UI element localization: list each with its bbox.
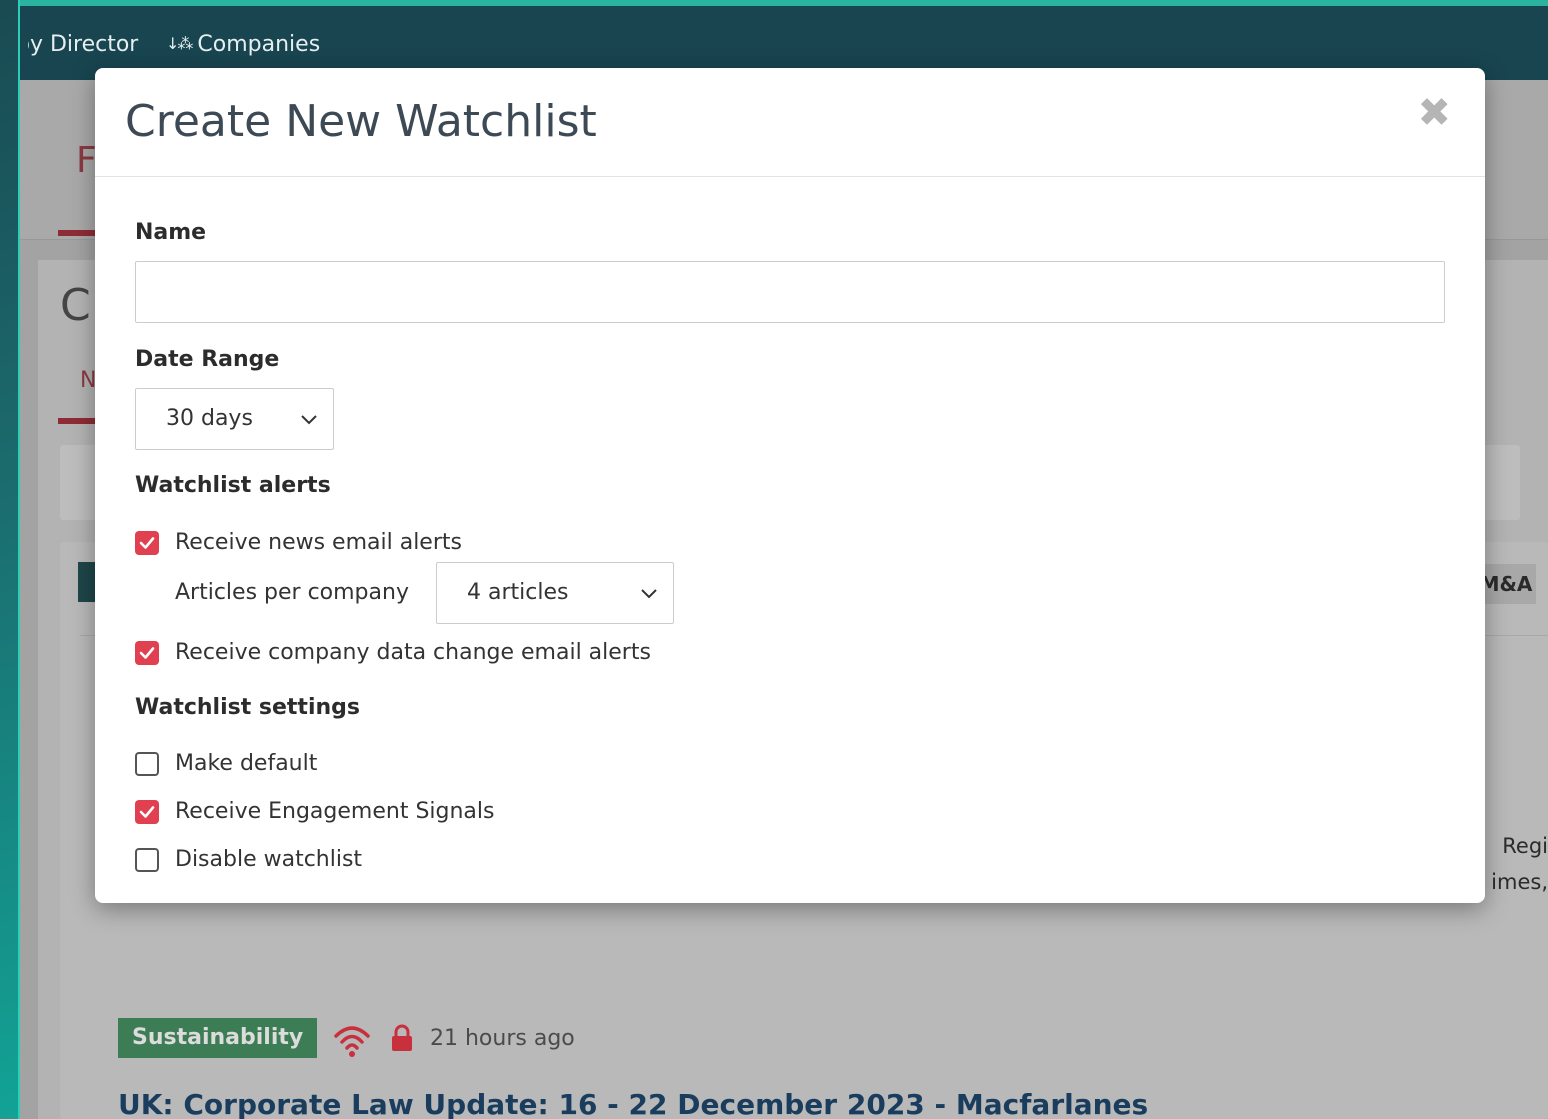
date-range-label: Date Range	[135, 347, 280, 372]
data-change-alerts-row: Receive company data change email alerts	[135, 640, 651, 665]
disable-watchlist-label: Disable watchlist	[175, 847, 363, 872]
modal-header: Create New Watchlist ✖	[95, 68, 1485, 177]
name-input[interactable]	[135, 261, 1445, 323]
tag-ma[interactable]: M&A	[1476, 564, 1536, 604]
articles-per-company-select[interactable]: 4 articles	[436, 562, 674, 624]
news-alerts-label: Receive news email alerts	[175, 530, 462, 555]
date-range-value: 30 days	[166, 406, 253, 431]
sort-az-icon: ↓⁂	[166, 34, 193, 53]
data-change-alerts-checkbox[interactable]	[135, 640, 159, 665]
background-text-fragment: imes,	[1491, 870, 1548, 894]
disable-watchlist-row: Disable watchlist	[135, 847, 362, 872]
close-icon[interactable]: ✖	[1417, 90, 1451, 136]
watchlist-settings-heading: Watchlist settings	[135, 695, 360, 720]
articles-per-company-value: 4 articles	[467, 580, 569, 605]
checkmark-icon	[139, 646, 155, 659]
engagement-signals-checkbox[interactable]	[135, 799, 159, 824]
checkmark-icon	[139, 536, 155, 549]
header-tab-letter: F	[76, 140, 97, 181]
section-heading-partial: C	[60, 280, 91, 331]
nav-item-by-director[interactable]: by Director	[28, 32, 138, 57]
make-default-row: Make default	[135, 751, 317, 776]
companies-label: Companies	[197, 32, 321, 57]
name-label: Name	[135, 220, 207, 245]
modal-title: Create New Watchlist	[125, 96, 597, 147]
create-watchlist-modal: Create New Watchlist ✖ Name Date Range 3…	[95, 68, 1485, 903]
data-change-alerts-label: Receive company data change email alerts	[175, 640, 651, 665]
article-title-link[interactable]: UK: Corporate Law Update: 16 - 22 Decemb…	[118, 1088, 1148, 1119]
subtab-letter: N	[80, 368, 97, 393]
article-timestamp: 21 hours ago	[430, 1026, 575, 1051]
left-decorative-strip	[0, 0, 20, 1119]
disable-watchlist-checkbox[interactable]	[135, 847, 159, 872]
nav-item-companies[interactable]: ↓⁂ Companies	[166, 32, 320, 57]
chevron-down-icon	[641, 589, 657, 599]
checkmark-icon	[139, 805, 155, 818]
lock-icon	[392, 1024, 412, 1051]
engagement-signals-label: Receive Engagement Signals	[175, 799, 495, 824]
articles-per-company-label: Articles per company	[175, 580, 409, 605]
signal-icon	[334, 1026, 370, 1057]
engagement-signals-row: Receive Engagement Signals	[135, 799, 494, 824]
watchlist-alerts-heading: Watchlist alerts	[135, 473, 331, 498]
chevron-down-icon	[301, 415, 317, 425]
date-range-select[interactable]: 30 days	[135, 388, 334, 450]
news-alerts-checkbox[interactable]	[135, 530, 159, 555]
tag-sustainability[interactable]: Sustainability	[118, 1018, 318, 1058]
background-text-fragment: Regi	[1502, 834, 1548, 858]
news-alerts-row: Receive news email alerts	[135, 530, 462, 555]
make-default-checkbox[interactable]	[135, 751, 159, 776]
make-default-label: Make default	[175, 751, 318, 776]
